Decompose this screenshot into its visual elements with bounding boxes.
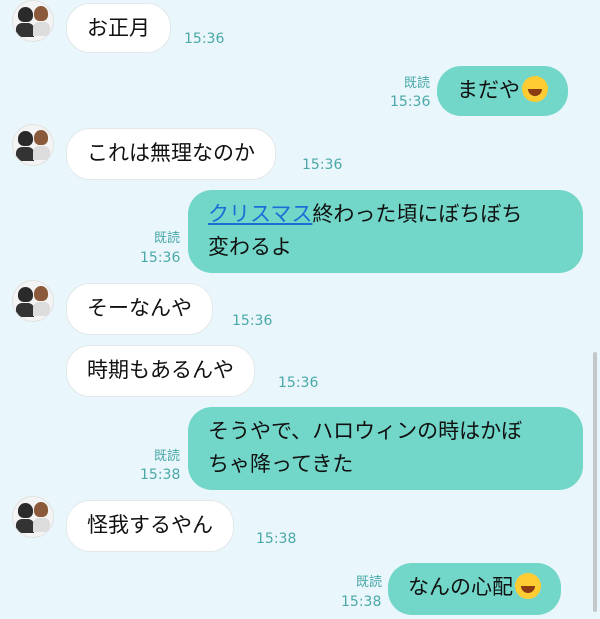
message-timestamp: 15:36 — [390, 94, 431, 110]
read-receipt: 既読 — [403, 76, 430, 91]
message-timestamp: 15:36 — [184, 31, 225, 47]
message-timestamp: 15:38 — [140, 467, 181, 483]
message-line: ちゃ降ってきた — [208, 452, 354, 476]
message-text: お正月 — [87, 16, 150, 40]
contact-avatar[interactable] — [12, 280, 54, 322]
incoming-message-bubble[interactable]: 時期もあるんや — [66, 345, 255, 397]
read-receipt: 既読 — [355, 575, 382, 590]
message-line: 変わるよ — [208, 235, 292, 259]
outgoing-message-bubble[interactable]: そうやで、ハロウィンの時はかぼ ちゃ降ってきた — [188, 407, 583, 490]
message-line: そうやで、ハロウィンの時はかぼ — [208, 419, 523, 443]
laughing-with-tears-emoji-icon — [522, 76, 548, 102]
message-timestamp: 15:38 — [256, 531, 297, 547]
incoming-message-bubble[interactable]: これは無理なのか — [66, 128, 276, 180]
outgoing-message-bubble[interactable]: なんの心配 — [388, 563, 561, 615]
read-receipt: 既読 — [153, 449, 180, 464]
message-timestamp: 15:36 — [278, 375, 319, 391]
contact-avatar[interactable] — [12, 0, 54, 42]
message-text: そーなんや — [87, 296, 192, 320]
contact-avatar[interactable] — [12, 496, 54, 538]
message-text: これは無理なのか — [87, 141, 255, 165]
incoming-message-bubble[interactable]: お正月 — [66, 3, 171, 53]
read-receipt: 既読 — [153, 231, 180, 246]
message-timestamp: 15:36 — [232, 313, 273, 329]
message-text: 時期もあるんや — [87, 358, 234, 382]
scrollbar[interactable] — [593, 352, 597, 612]
message-timestamp: 15:38 — [341, 594, 382, 610]
message-timestamp: 15:36 — [140, 250, 181, 266]
outgoing-message-bubble[interactable]: クリスマス終わった頃にぼちぼち 変わるよ — [188, 190, 583, 273]
outgoing-message-bubble[interactable]: まだや — [437, 66, 568, 116]
laughing-with-tears-emoji-icon — [515, 573, 541, 599]
contact-avatar[interactable] — [12, 124, 54, 166]
message-text: 怪我するやん — [87, 513, 213, 537]
message-text: 終わった頃にぼちぼち — [312, 202, 523, 226]
incoming-message-bubble[interactable]: 怪我するやん — [66, 500, 234, 552]
message-line: クリスマス終わった頃にぼちぼち — [208, 198, 563, 231]
message-timestamp: 15:36 — [302, 157, 343, 173]
message-text: まだや — [457, 78, 520, 102]
message-text: なんの心配 — [408, 575, 513, 599]
incoming-message-bubble[interactable]: そーなんや — [66, 283, 213, 335]
message-link[interactable]: クリスマス — [208, 202, 312, 226]
